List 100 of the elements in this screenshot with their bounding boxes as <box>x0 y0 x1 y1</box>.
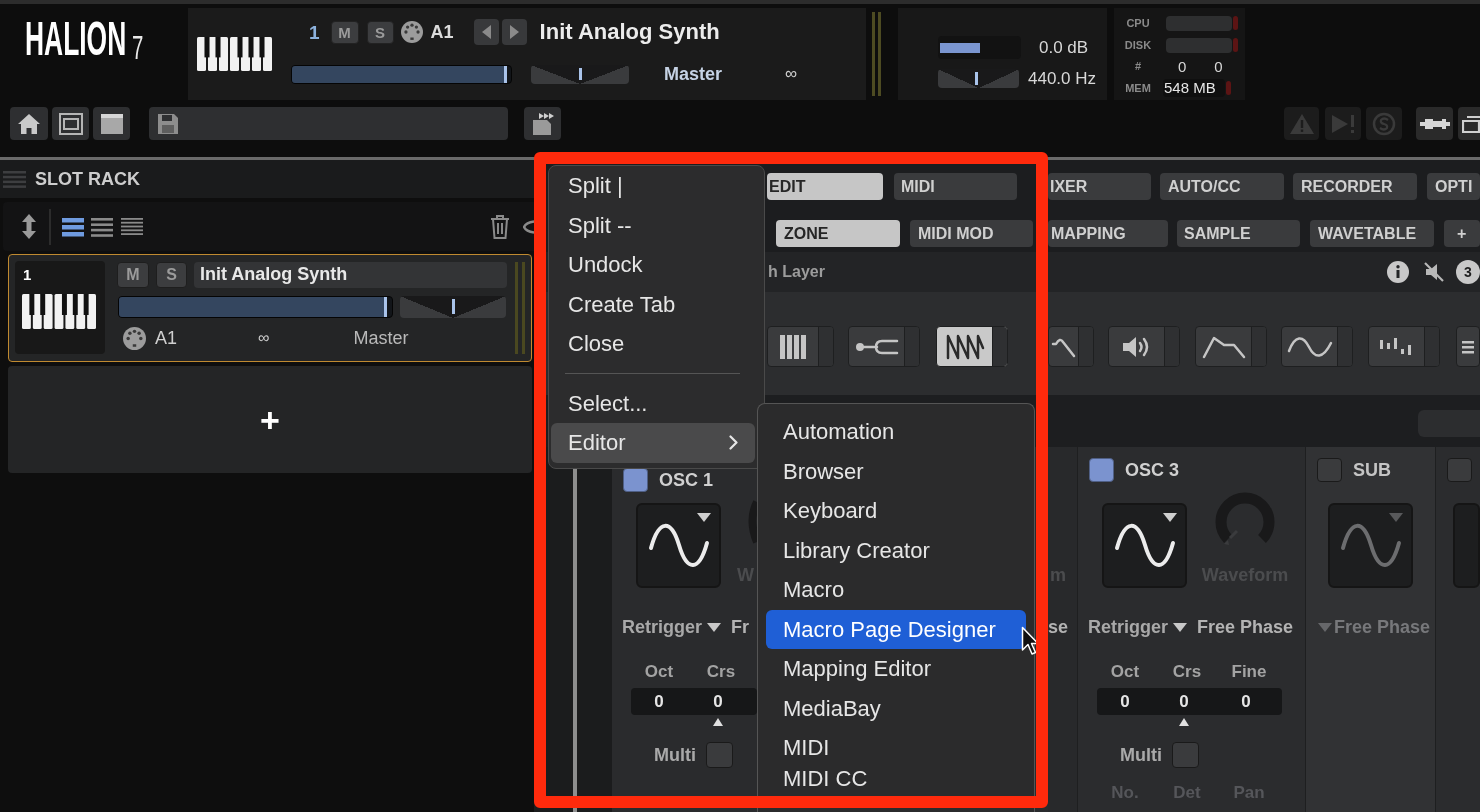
menu-item[interactable]: Keyboard <box>766 491 1026 531</box>
phase-label[interactable]: Free Phase <box>1197 613 1294 641</box>
envelope-curve-icon <box>1201 334 1246 359</box>
delete-button[interactable] <box>490 214 510 239</box>
link-symbol: ∞ <box>258 330 270 346</box>
tab[interactable]: AUTO/CC <box>1160 173 1284 200</box>
tab[interactable]: RECORDER <box>1293 173 1417 200</box>
menu-item[interactable]: Split -- <box>551 205 755 245</box>
tab[interactable]: ZONE <box>776 220 900 247</box>
view-mode-button[interactable] <box>62 216 84 237</box>
previous-button[interactable] <box>473 19 499 45</box>
menu-item[interactable]: Library Creator <box>766 530 1026 570</box>
mute-button[interactable]: M <box>117 261 149 288</box>
info-button[interactable] <box>1387 261 1409 283</box>
menu-item[interactable]: Undock <box>551 245 755 285</box>
tab[interactable]: MAPPING <box>1048 220 1168 247</box>
tune-value-field[interactable]: 0 0 0 <box>1097 688 1282 715</box>
program-name-field[interactable]: Init Analog Synth <box>194 261 507 288</box>
waveform-selector[interactable] <box>1102 503 1187 588</box>
window-icon <box>99 112 124 135</box>
slider-thumb[interactable] <box>578 67 582 81</box>
home-button[interactable] <box>10 107 48 140</box>
tab[interactable]: EDIT <box>767 173 883 200</box>
menu-item[interactable]: Automation <box>766 412 1026 452</box>
retrigger-dropdown[interactable]: Retrigger <box>622 613 702 641</box>
plug-button[interactable] <box>1416 107 1453 140</box>
tune-slider[interactable] <box>938 69 1019 88</box>
add-slot-button[interactable]: + <box>8 366 532 473</box>
menu-item[interactable]: Editor <box>551 423 755 463</box>
menu-item[interactable]: Select... <box>551 383 755 423</box>
label-text[interactable]: se <box>1048 613 1069 641</box>
module-button[interactable] <box>1108 326 1180 367</box>
slider-thumb[interactable] <box>975 72 979 85</box>
module-button[interactable] <box>1456 326 1480 367</box>
menu-item[interactable]: Browser <box>766 451 1026 491</box>
phase-label[interactable]: Fr <box>731 613 749 641</box>
pan-slider[interactable] <box>531 64 629 84</box>
tab[interactable]: MIDI MOD <box>910 220 1033 247</box>
view-mode-button[interactable] <box>91 216 113 237</box>
window-button[interactable] <box>1458 107 1480 140</box>
menu-item[interactable]: Macro Page Designer <box>766 609 1026 649</box>
mute-button[interactable]: M <box>330 20 359 44</box>
window-button[interactable] <box>93 107 130 140</box>
solo-button[interactable]: S <box>366 20 394 44</box>
menu-item[interactable]: MediaBay <box>766 688 1026 728</box>
module-button[interactable] <box>1281 326 1353 367</box>
visibility-button[interactable] <box>523 219 534 234</box>
multi-checkbox[interactable] <box>706 742 733 768</box>
menu-item[interactable]: Mapping Editor <box>766 649 1026 689</box>
triangle-right-icon <box>509 25 519 39</box>
sine-wave-icon <box>1339 521 1402 570</box>
view-mode-button[interactable] <box>121 216 143 237</box>
tab[interactable]: + <box>1444 220 1480 247</box>
retrigger-dropdown[interactable]: Retrigger <box>1088 613 1168 641</box>
module-button[interactable] <box>1195 326 1267 367</box>
preset-field[interactable] <box>149 107 508 140</box>
load-button[interactable] <box>524 107 561 140</box>
triangle-marker-icon <box>1179 718 1189 726</box>
window-button[interactable] <box>52 107 89 140</box>
volume-meter[interactable] <box>938 36 1021 59</box>
menu-item[interactable]: Close <box>551 324 755 364</box>
enable-checkbox[interactable] <box>623 468 648 492</box>
module-button[interactable] <box>936 326 1008 367</box>
mute-button[interactable] <box>1423 261 1445 283</box>
module-button[interactable] <box>767 326 834 367</box>
waveform-selector[interactable] <box>636 503 721 588</box>
pan-slider[interactable] <box>400 295 506 318</box>
tune-value-field[interactable]: 0 0 <box>631 688 757 715</box>
enable-checkbox[interactable] <box>1089 458 1114 482</box>
menu-item[interactable]: Macro <box>766 570 1026 610</box>
tune-value: 0 <box>1178 693 1190 710</box>
multi-checkbox[interactable] <box>1172 742 1199 768</box>
volume-reading: 0.0 dB <box>1039 36 1089 59</box>
enable-checkbox[interactable] <box>1447 458 1472 482</box>
dropdown-arrow-icon <box>1318 622 1332 632</box>
menu-item[interactable]: Create Tab <box>551 284 755 324</box>
tab[interactable]: WAVETABLE <box>1310 220 1434 247</box>
tab[interactable]: MIDI <box>894 173 1017 200</box>
next-button[interactable] <box>501 19 527 45</box>
enable-checkbox[interactable] <box>1317 458 1342 482</box>
dropdown-arrow-icon <box>1389 513 1403 522</box>
module-button[interactable] <box>1048 326 1094 367</box>
menu-item[interactable]: MIDI <box>766 728 1026 768</box>
module-button[interactable] <box>848 326 920 367</box>
midi-port-label: A1 <box>155 329 178 347</box>
tab[interactable]: SAMPLE <box>1177 220 1300 247</box>
slot-number: 1 <box>23 266 33 283</box>
piano-keys-icon <box>780 334 806 359</box>
multi-label: Multi <box>654 743 696 767</box>
tab[interactable]: OPTI <box>1427 173 1480 200</box>
oscillator-name: OSC 3 <box>1125 458 1180 482</box>
menu-item[interactable]: MIDI CC <box>766 767 1026 795</box>
module-button[interactable] <box>1368 326 1440 367</box>
plug-icon <box>1419 116 1450 131</box>
slot-card[interactable]: 1 M S Init Analog Synth A1 ∞ Master <box>8 254 532 362</box>
sort-button[interactable] <box>21 214 37 239</box>
solo-button[interactable]: S <box>156 261 187 288</box>
menu-item[interactable]: Split | <box>551 166 755 206</box>
slider-thumb[interactable] <box>451 299 455 314</box>
tab[interactable]: IXER <box>1048 173 1151 200</box>
